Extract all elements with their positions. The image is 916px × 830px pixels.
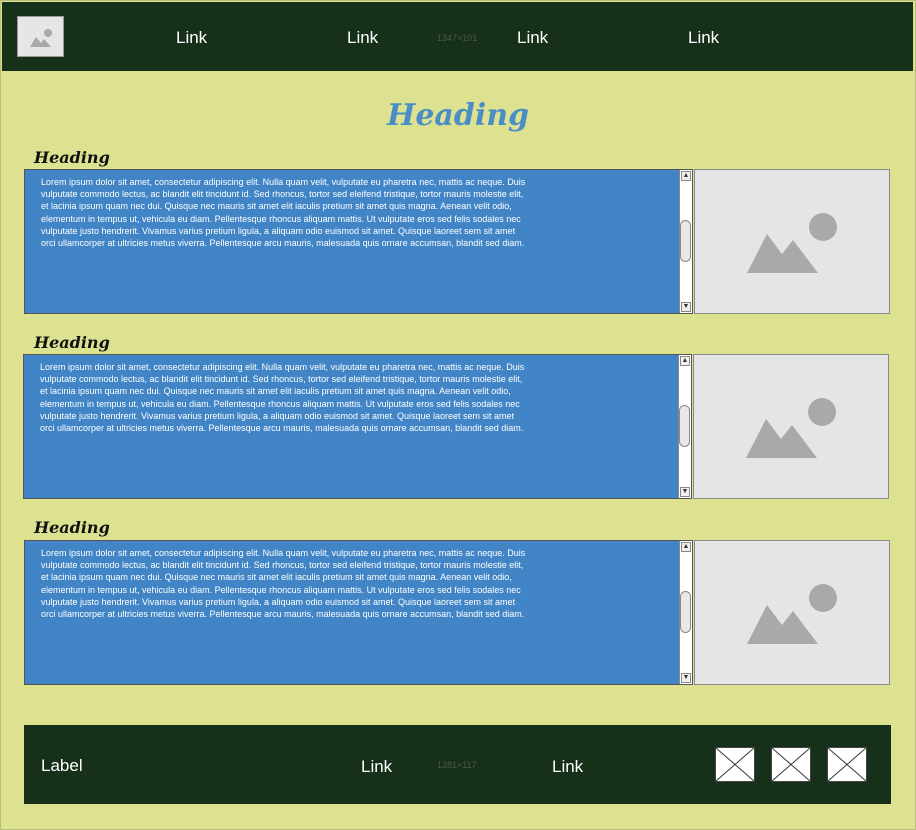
scroll-up-arrow-icon[interactable]: ▲	[681, 171, 691, 181]
scroll-down-arrow-icon[interactable]: ▼	[681, 673, 691, 683]
scrollbar-2[interactable]: ▲ ▼	[678, 355, 691, 498]
broken-image-icon	[827, 747, 867, 782]
scrollbar-3[interactable]: ▲ ▼	[679, 541, 692, 684]
footer-link-2[interactable]: Link	[552, 757, 583, 777]
footer-image-placeholder-1[interactable]	[715, 747, 755, 782]
section-image-placeholder-1	[694, 169, 890, 314]
section-image-placeholder-3	[694, 540, 890, 685]
scroll-thumb[interactable]	[679, 405, 690, 447]
section-text-box-1[interactable]: Lorem ipsum dolor sit amet, consectetur …	[24, 169, 693, 314]
logo-image-placeholder[interactable]	[17, 16, 64, 57]
top-nav-bar: Link Link 1347×101 Link Link	[2, 2, 913, 71]
section-image-placeholder-2	[693, 354, 889, 499]
nav-link-4[interactable]: Link	[688, 28, 719, 48]
scroll-up-arrow-icon[interactable]: ▲	[681, 542, 691, 552]
nav-size-note: 1347×101	[437, 33, 478, 43]
footer-size-note: 1281×117	[437, 760, 477, 770]
scroll-thumb[interactable]	[680, 220, 691, 262]
nav-link-1[interactable]: Link	[176, 28, 207, 48]
footer-label: Label	[41, 756, 83, 775]
nav-link-3[interactable]: Link	[517, 28, 548, 48]
scroll-down-arrow-icon[interactable]: ▼	[680, 487, 690, 497]
scroll-down-arrow-icon[interactable]: ▼	[681, 302, 691, 312]
scroll-thumb[interactable]	[680, 591, 691, 633]
image-placeholder-icon	[746, 398, 836, 458]
scroll-up-arrow-icon[interactable]: ▲	[680, 356, 690, 366]
image-placeholder-icon	[747, 213, 837, 273]
image-placeholder-icon	[30, 29, 52, 47]
section-body-text-2: Lorem ipsum dolor sit amet, consectetur …	[40, 362, 525, 434]
section-heading-2: Heading	[34, 333, 110, 352]
broken-image-icon	[715, 747, 755, 782]
footer-image-placeholder-3[interactable]	[827, 747, 867, 782]
nav-link-2[interactable]: Link	[347, 28, 378, 48]
page-title: Heading	[386, 98, 530, 133]
broken-image-icon	[771, 747, 811, 782]
section-heading-3: Heading	[34, 518, 110, 537]
section-body-text-1: Lorem ipsum dolor sit amet, consectetur …	[41, 177, 526, 249]
section-heading-1: Heading	[34, 148, 110, 167]
section-text-box-3[interactable]: Lorem ipsum dolor sit amet, consectetur …	[24, 540, 693, 685]
section-body-text-3: Lorem ipsum dolor sit amet, consectetur …	[41, 548, 526, 620]
image-placeholder-icon	[747, 584, 837, 644]
section-text-box-2[interactable]: Lorem ipsum dolor sit amet, consectetur …	[23, 354, 692, 499]
footer-image-placeholder-2[interactable]	[771, 747, 811, 782]
scrollbar-1[interactable]: ▲ ▼	[679, 170, 692, 313]
footer-bar: Label Link 1281×117 Link	[24, 725, 891, 804]
footer-link-1[interactable]: Link	[361, 757, 392, 777]
